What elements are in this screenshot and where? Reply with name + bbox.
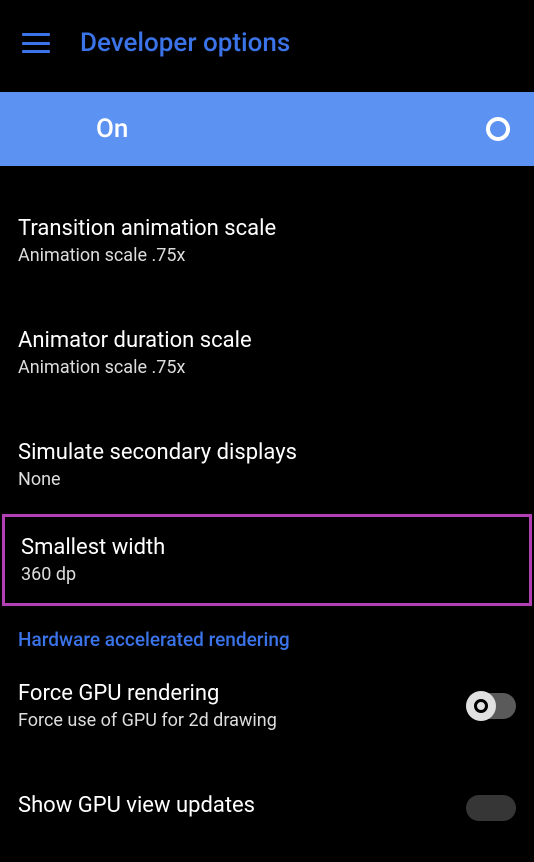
setting-sub: None [18, 469, 516, 490]
setting-title: Force GPU rendering [18, 681, 450, 706]
section-hardware-rendering: Hardware accelerated rendering [0, 610, 534, 661]
setting-animator-duration-scale[interactable]: Animator duration scale Animation scale … [0, 308, 534, 398]
switch-thumb-icon [466, 691, 496, 721]
setting-simulate-secondary-displays[interactable]: Simulate secondary displays None [0, 420, 534, 510]
setting-sub: 360 dp [21, 564, 513, 585]
setting-sub: Force use of GPU for 2d drawing [18, 710, 450, 731]
setting-title: Simulate secondary displays [18, 440, 516, 465]
setting-sub: Animation scale .75x [18, 357, 516, 378]
setting-title: Animator duration scale [18, 328, 516, 353]
menu-icon[interactable] [22, 33, 50, 53]
page-title: Developer options [80, 28, 290, 58]
setting-force-gpu-rendering[interactable]: Force GPU rendering Force use of GPU for… [0, 661, 534, 751]
setting-title: Show GPU view updates [18, 793, 450, 818]
toggle-on-icon [486, 117, 510, 141]
settings-list: Transition animation scale Animation sca… [0, 166, 534, 842]
setting-sub: Animation scale .75x [18, 245, 516, 266]
setting-show-gpu-view-updates[interactable]: Show GPU view updates [0, 773, 534, 842]
toggle-switch[interactable] [466, 693, 516, 719]
master-toggle-label: On [96, 114, 128, 144]
setting-smallest-width[interactable]: Smallest width 360 dp [2, 514, 532, 606]
toggle-switch[interactable] [466, 795, 516, 821]
setting-transition-animation-scale[interactable]: Transition animation scale Animation sca… [0, 196, 534, 286]
setting-title: Transition animation scale [18, 216, 516, 241]
master-toggle-row[interactable]: On [0, 92, 534, 166]
setting-title: Smallest width [21, 535, 513, 560]
app-header: Developer options [0, 0, 534, 86]
